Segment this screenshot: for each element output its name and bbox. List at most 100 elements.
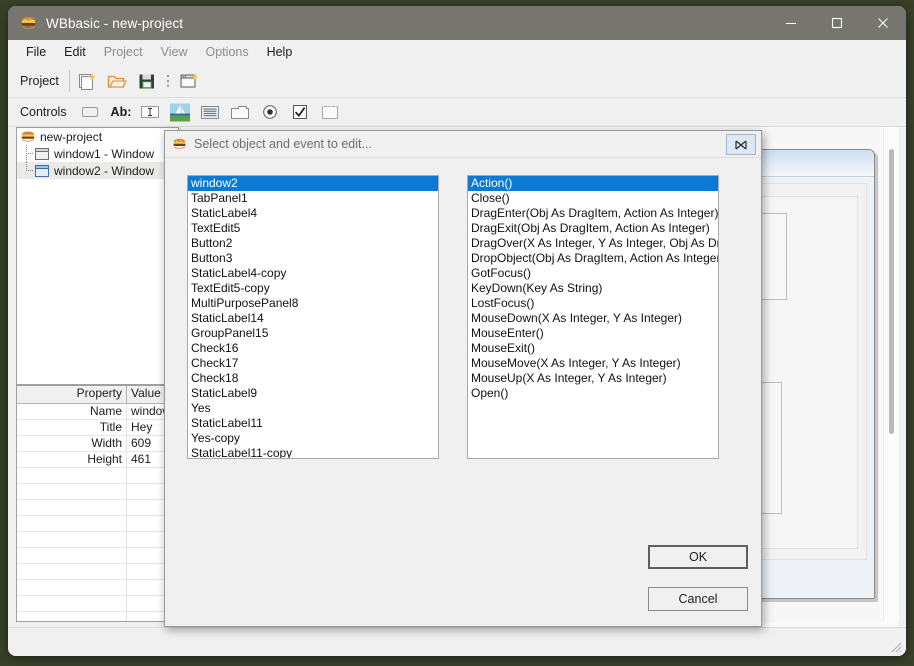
minimize-button[interactable] [768,6,814,40]
list-item[interactable]: DragEnter(Obj As DragItem, Action As Int… [468,206,718,221]
menu-help[interactable]: Help [258,42,302,62]
hamburger-icon [172,137,187,152]
save-project-icon[interactable] [133,68,161,94]
image-control-icon[interactable] [166,99,194,125]
dialog-title: Select object and event to edit... [194,137,372,151]
list-item[interactable]: StaticLabel14 [188,311,438,326]
list-item[interactable]: MouseDown(X As Integer, Y As Integer) [468,311,718,326]
list-item[interactable]: StaticLabel11-copy [188,446,438,459]
list-item[interactable]: window2 [188,176,438,191]
project-toolbar-label: Project [16,74,67,88]
list-item[interactable]: Yes-copy [188,431,438,446]
textedit-control-icon[interactable] [136,99,164,125]
list-item[interactable]: StaticLabel11 [188,416,438,431]
events-listbox[interactable]: Action() Close() DragEnter(Obj As DragIt… [467,175,719,459]
list-item[interactable]: Close() [468,191,718,206]
listbox-control-icon[interactable] [196,99,224,125]
menu-edit[interactable]: Edit [55,42,95,62]
property-row-empty [17,484,178,500]
property-row-empty [17,500,178,516]
list-item[interactable]: Yes [188,401,438,416]
close-button[interactable] [860,6,906,40]
window-icon [34,164,50,178]
list-item[interactable]: MouseUp(X As Integer, Y As Integer) [468,371,718,386]
hamburger-icon [20,15,37,32]
tree-root-new-project[interactable]: new-project [17,128,178,145]
property-row-empty [17,596,178,612]
menu-options[interactable]: Options [196,42,257,62]
tree-connector [20,162,34,179]
list-item[interactable]: TextEdit5-copy [188,281,438,296]
property-row-empty [17,548,178,564]
button-control-icon[interactable] [76,99,104,125]
property-row-width[interactable]: Width 609 [17,436,178,452]
list-item[interactable]: TabPanel1 [188,191,438,206]
dialog-ok-button[interactable]: OK [648,545,748,569]
controls-toolbar-label: Controls [16,105,75,119]
list-item[interactable]: MouseExit() [468,341,718,356]
properties-header-property: Property [17,386,127,403]
hamburger-icon [20,130,36,144]
list-item[interactable]: TextEdit5 [188,221,438,236]
list-item[interactable]: GroupPanel15 [188,326,438,341]
list-item[interactable]: MouseEnter() [468,326,718,341]
design-area-vscrollbar[interactable] [883,127,899,622]
list-item[interactable]: Check17 [188,356,438,371]
window-title: WBbasic - new-project [46,16,183,31]
list-item[interactable]: DropObject(Obj As DragItem, Action As In… [468,251,718,266]
application-window: WBbasic - new-project File Edit Project … [8,6,906,656]
toolbar-handle [162,70,174,92]
property-row-name[interactable]: Name window2 [17,404,178,420]
list-item[interactable]: KeyDown(Key As String) [468,281,718,296]
property-height-label: Height [17,452,127,467]
desktop-background: WBbasic - new-project File Edit Project … [0,0,914,666]
window-controls [768,6,906,40]
list-item[interactable]: Check16 [188,341,438,356]
list-item[interactable]: Action() [468,176,718,191]
objects-listbox[interactable]: window2 TabPanel1 StaticLabel4 TextEdit5… [187,175,439,459]
list-item[interactable]: Check18 [188,371,438,386]
list-item[interactable]: StaticLabel4-copy [188,266,438,281]
checkbox-control-icon[interactable] [286,99,314,125]
list-item[interactable]: DragExit(Obj As DragItem, Action As Inte… [468,221,718,236]
project-tree[interactable]: new-project window1 - Window [16,127,179,385]
panel-control-icon[interactable] [316,99,344,125]
menu-view[interactable]: View [152,42,197,62]
list-item[interactable]: MultiPurposePanel8 [188,296,438,311]
radiobutton-control-icon[interactable] [256,99,284,125]
list-item[interactable]: StaticLabel4 [188,206,438,221]
list-item[interactable]: GotFocus() [468,266,718,281]
vscroll-thumb[interactable] [889,149,894,434]
property-row-title[interactable]: Title Hey [17,420,178,436]
property-row-empty [17,532,178,548]
status-bar [8,627,906,656]
property-row-height[interactable]: Height 461 [17,452,178,468]
list-item[interactable]: Button2 [188,236,438,251]
new-window-icon[interactable] [175,68,203,94]
dialog-cancel-button[interactable]: Cancel [648,587,748,611]
list-item[interactable]: LostFocus() [468,296,718,311]
maximize-button[interactable] [814,6,860,40]
property-row-empty [17,468,178,484]
list-item[interactable]: StaticLabel9 [188,386,438,401]
list-item[interactable]: DragOver(X As Integer, Y As Integer, Obj… [468,236,718,251]
menu-project[interactable]: Project [95,42,152,62]
list-item[interactable]: Open() [468,386,718,401]
list-item[interactable]: Button3 [188,251,438,266]
tabpanel-control-icon[interactable] [226,99,254,125]
menubar: File Edit Project View Options Help [8,40,906,64]
window-icon [34,147,50,161]
properties-panel[interactable]: Property Value Name window2 Title Hey Wi… [16,385,179,622]
open-project-icon[interactable] [103,68,131,94]
dialog-close-icon[interactable] [726,134,756,155]
property-title-label: Title [17,420,127,435]
project-toolbar: Project [8,64,906,98]
tree-root-label: new-project [40,130,102,144]
menu-file[interactable]: File [17,42,55,62]
list-item[interactable]: MouseMove(X As Integer, Y As Integer) [468,356,718,371]
new-project-icon[interactable] [73,68,101,94]
resize-grip[interactable] [888,639,902,653]
property-row-empty [17,516,178,532]
tree-item-window2[interactable]: window2 - Window [17,162,178,179]
tree-item-window1[interactable]: window1 - Window [17,145,178,162]
